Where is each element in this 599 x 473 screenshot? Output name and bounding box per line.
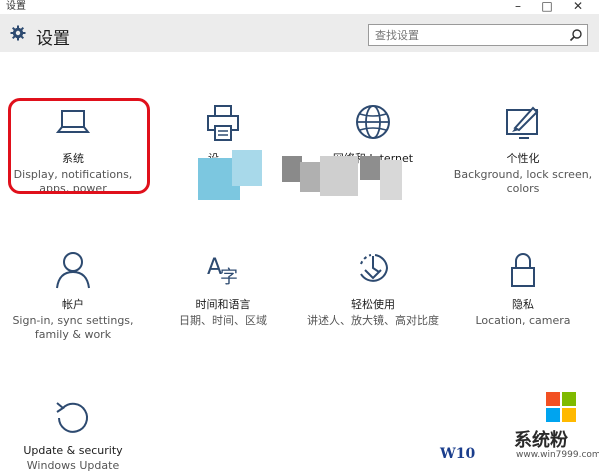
tile-label: 隐私 [512, 298, 534, 311]
tile-description: Sign-in, sync settings, family & work [12, 314, 134, 341]
paint-icon [506, 106, 539, 139]
search-icon[interactable] [569, 28, 583, 42]
language-icon: A 字 [207, 255, 238, 288]
tile-devices[interactable]: 设 [150, 104, 296, 166]
ease-of-access-icon [360, 254, 389, 282]
window-title: 设置 [6, 1, 26, 12]
red-highlight-box [8, 98, 150, 194]
tile-description: 讲述人、放大镜、高对比度 [307, 314, 439, 327]
settings-header: 设置 [0, 14, 599, 52]
page-title: 设置 [36, 29, 70, 49]
tile-ease-of-access[interactable]: 轻松使用 讲述人、放大镜、高对比度 [300, 250, 446, 328]
tile-description: 日期、时间、区域 [179, 314, 267, 327]
printer-icon [207, 105, 239, 141]
lock-icon [511, 253, 535, 287]
refresh-icon [56, 402, 88, 433]
tile-label: Update & security [23, 444, 123, 457]
tile-label: 个性化 [506, 152, 540, 165]
minimize-button[interactable]: – [508, 0, 528, 14]
tile-description: Location, camera [475, 314, 571, 327]
tile-label: 帐户 [62, 298, 84, 311]
close-button[interactable]: ✕ [568, 0, 588, 14]
tile-description: Windows Update [26, 459, 120, 472]
watermark-url: www.win7999.com [516, 450, 599, 460]
tile-accounts[interactable]: 帐户 Sign-in, sync settings, family & work [0, 250, 146, 342]
svg-text:字: 字 [220, 267, 238, 288]
tile-update-security[interactable]: Update & security Windows Update [0, 398, 146, 473]
tile-description: Background, lock screen, colors [453, 168, 593, 195]
globe-icon [356, 105, 390, 139]
search-input[interactable] [375, 27, 565, 43]
title-bar: 设置 – □ ✕ [0, 0, 599, 14]
tile-time-language[interactable]: A 字 时间和语言 日期、时间、区域 [150, 250, 296, 328]
person-icon [56, 252, 90, 289]
watermark-brand: 系统粉 [514, 430, 568, 451]
maximize-button[interactable]: □ [537, 0, 557, 14]
search-box[interactable] [368, 24, 588, 46]
tile-label: 时间和语言 [195, 298, 251, 311]
windows-logo-icon [546, 392, 576, 422]
tile-privacy[interactable]: 隐私 Location, camera [450, 250, 596, 328]
tile-personalization[interactable]: 个性化 Background, lock screen, colors [450, 104, 596, 196]
gear-icon [10, 25, 26, 41]
tile-label: 轻松使用 [351, 298, 395, 311]
watermark-w10: W10 [440, 446, 476, 462]
